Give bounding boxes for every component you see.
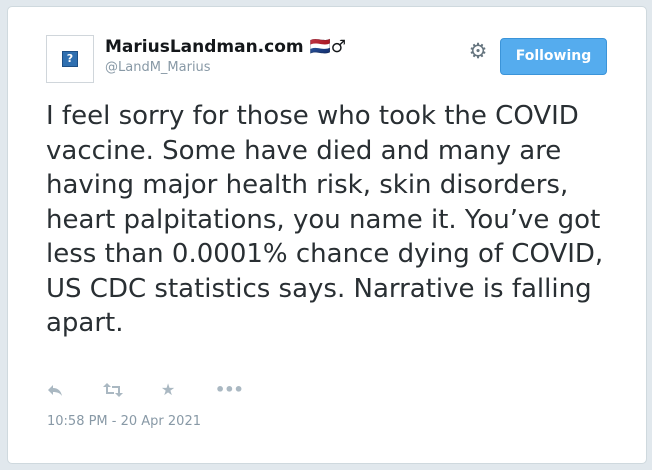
retweet-icon[interactable] [103,381,123,399]
more-icon[interactable]: ••• [215,381,244,399]
author-display-name[interactable]: MariusLandman.com 🇳🇱♂ [105,37,346,57]
favorite-icon[interactable]: ★ [159,381,177,399]
author-handle[interactable]: @LandM_Marius [105,60,211,75]
tweet-actions: ★ ••• [46,381,244,399]
tweet-timestamp[interactable]: 10:58 PM - 20 Apr 2021 [47,414,201,429]
tweet-text: I feel sorry for those who took the COVI… [46,101,604,338]
broken-image-icon: ? [62,51,78,67]
following-button[interactable]: Following [500,38,607,75]
gear-icon[interactable]: ⚙ [466,39,490,63]
reply-icon[interactable] [46,381,64,399]
avatar[interactable]: ? [46,35,94,83]
tweet-card: ? MariusLandman.com 🇳🇱♂ @LandM_Marius ⚙ … [7,6,647,464]
